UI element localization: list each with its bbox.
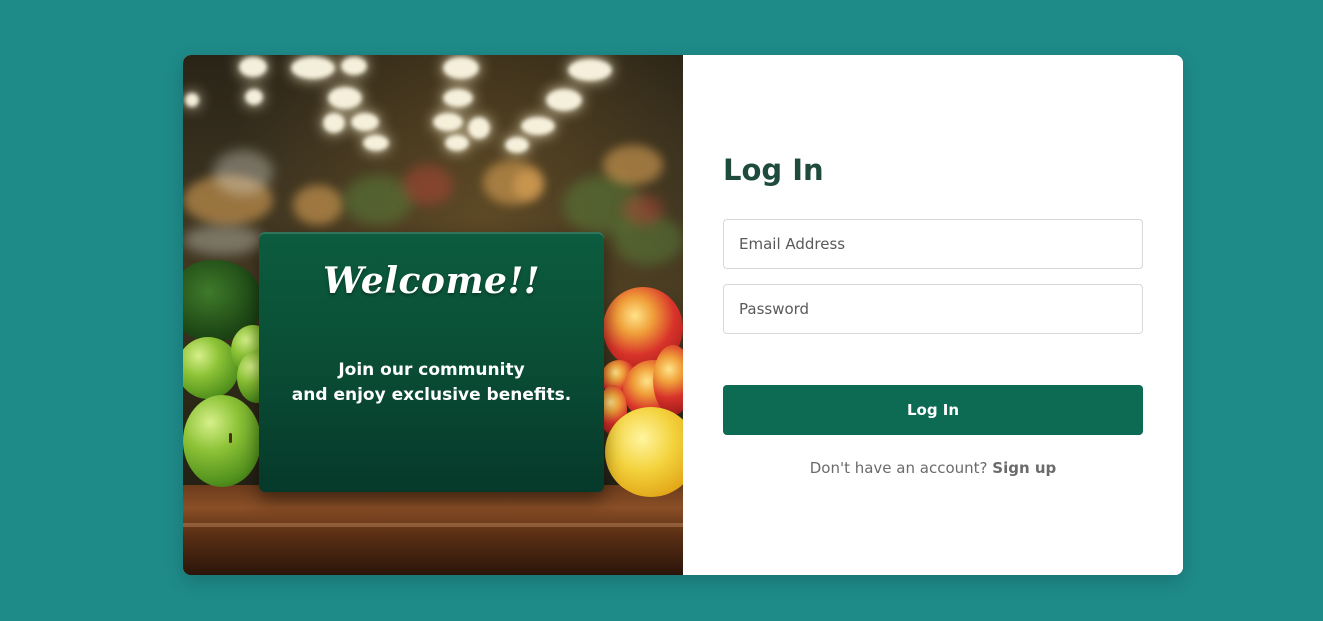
lemon — [605, 407, 683, 497]
wooden-table — [183, 485, 683, 575]
welcome-message: Join our community and enjoy exclusive b… — [259, 358, 604, 408]
welcome-heading: Welcome!! — [322, 260, 541, 302]
welcome-line-1: Join our community — [338, 360, 525, 380]
password-field[interactable] — [723, 284, 1143, 334]
login-card: Welcome!! Join our community and enjoy e… — [183, 55, 1183, 575]
login-form: Log In Log In Don't have an account? Sig… — [683, 55, 1183, 575]
welcome-line-2: and enjoy exclusive benefits. — [291, 385, 572, 405]
hero-image: Welcome!! Join our community and enjoy e… — [183, 55, 683, 575]
signup-prompt-row: Don't have an account? Sign up — [723, 459, 1143, 477]
signup-prompt: Don't have an account? — [809, 459, 988, 477]
page-title: Log In — [723, 153, 824, 187]
signup-link[interactable]: Sign up — [992, 459, 1056, 477]
welcome-sign: Welcome!! Join our community and enjoy e… — [259, 232, 604, 492]
email-field[interactable] — [723, 219, 1143, 269]
login-button[interactable]: Log In — [723, 385, 1143, 435]
